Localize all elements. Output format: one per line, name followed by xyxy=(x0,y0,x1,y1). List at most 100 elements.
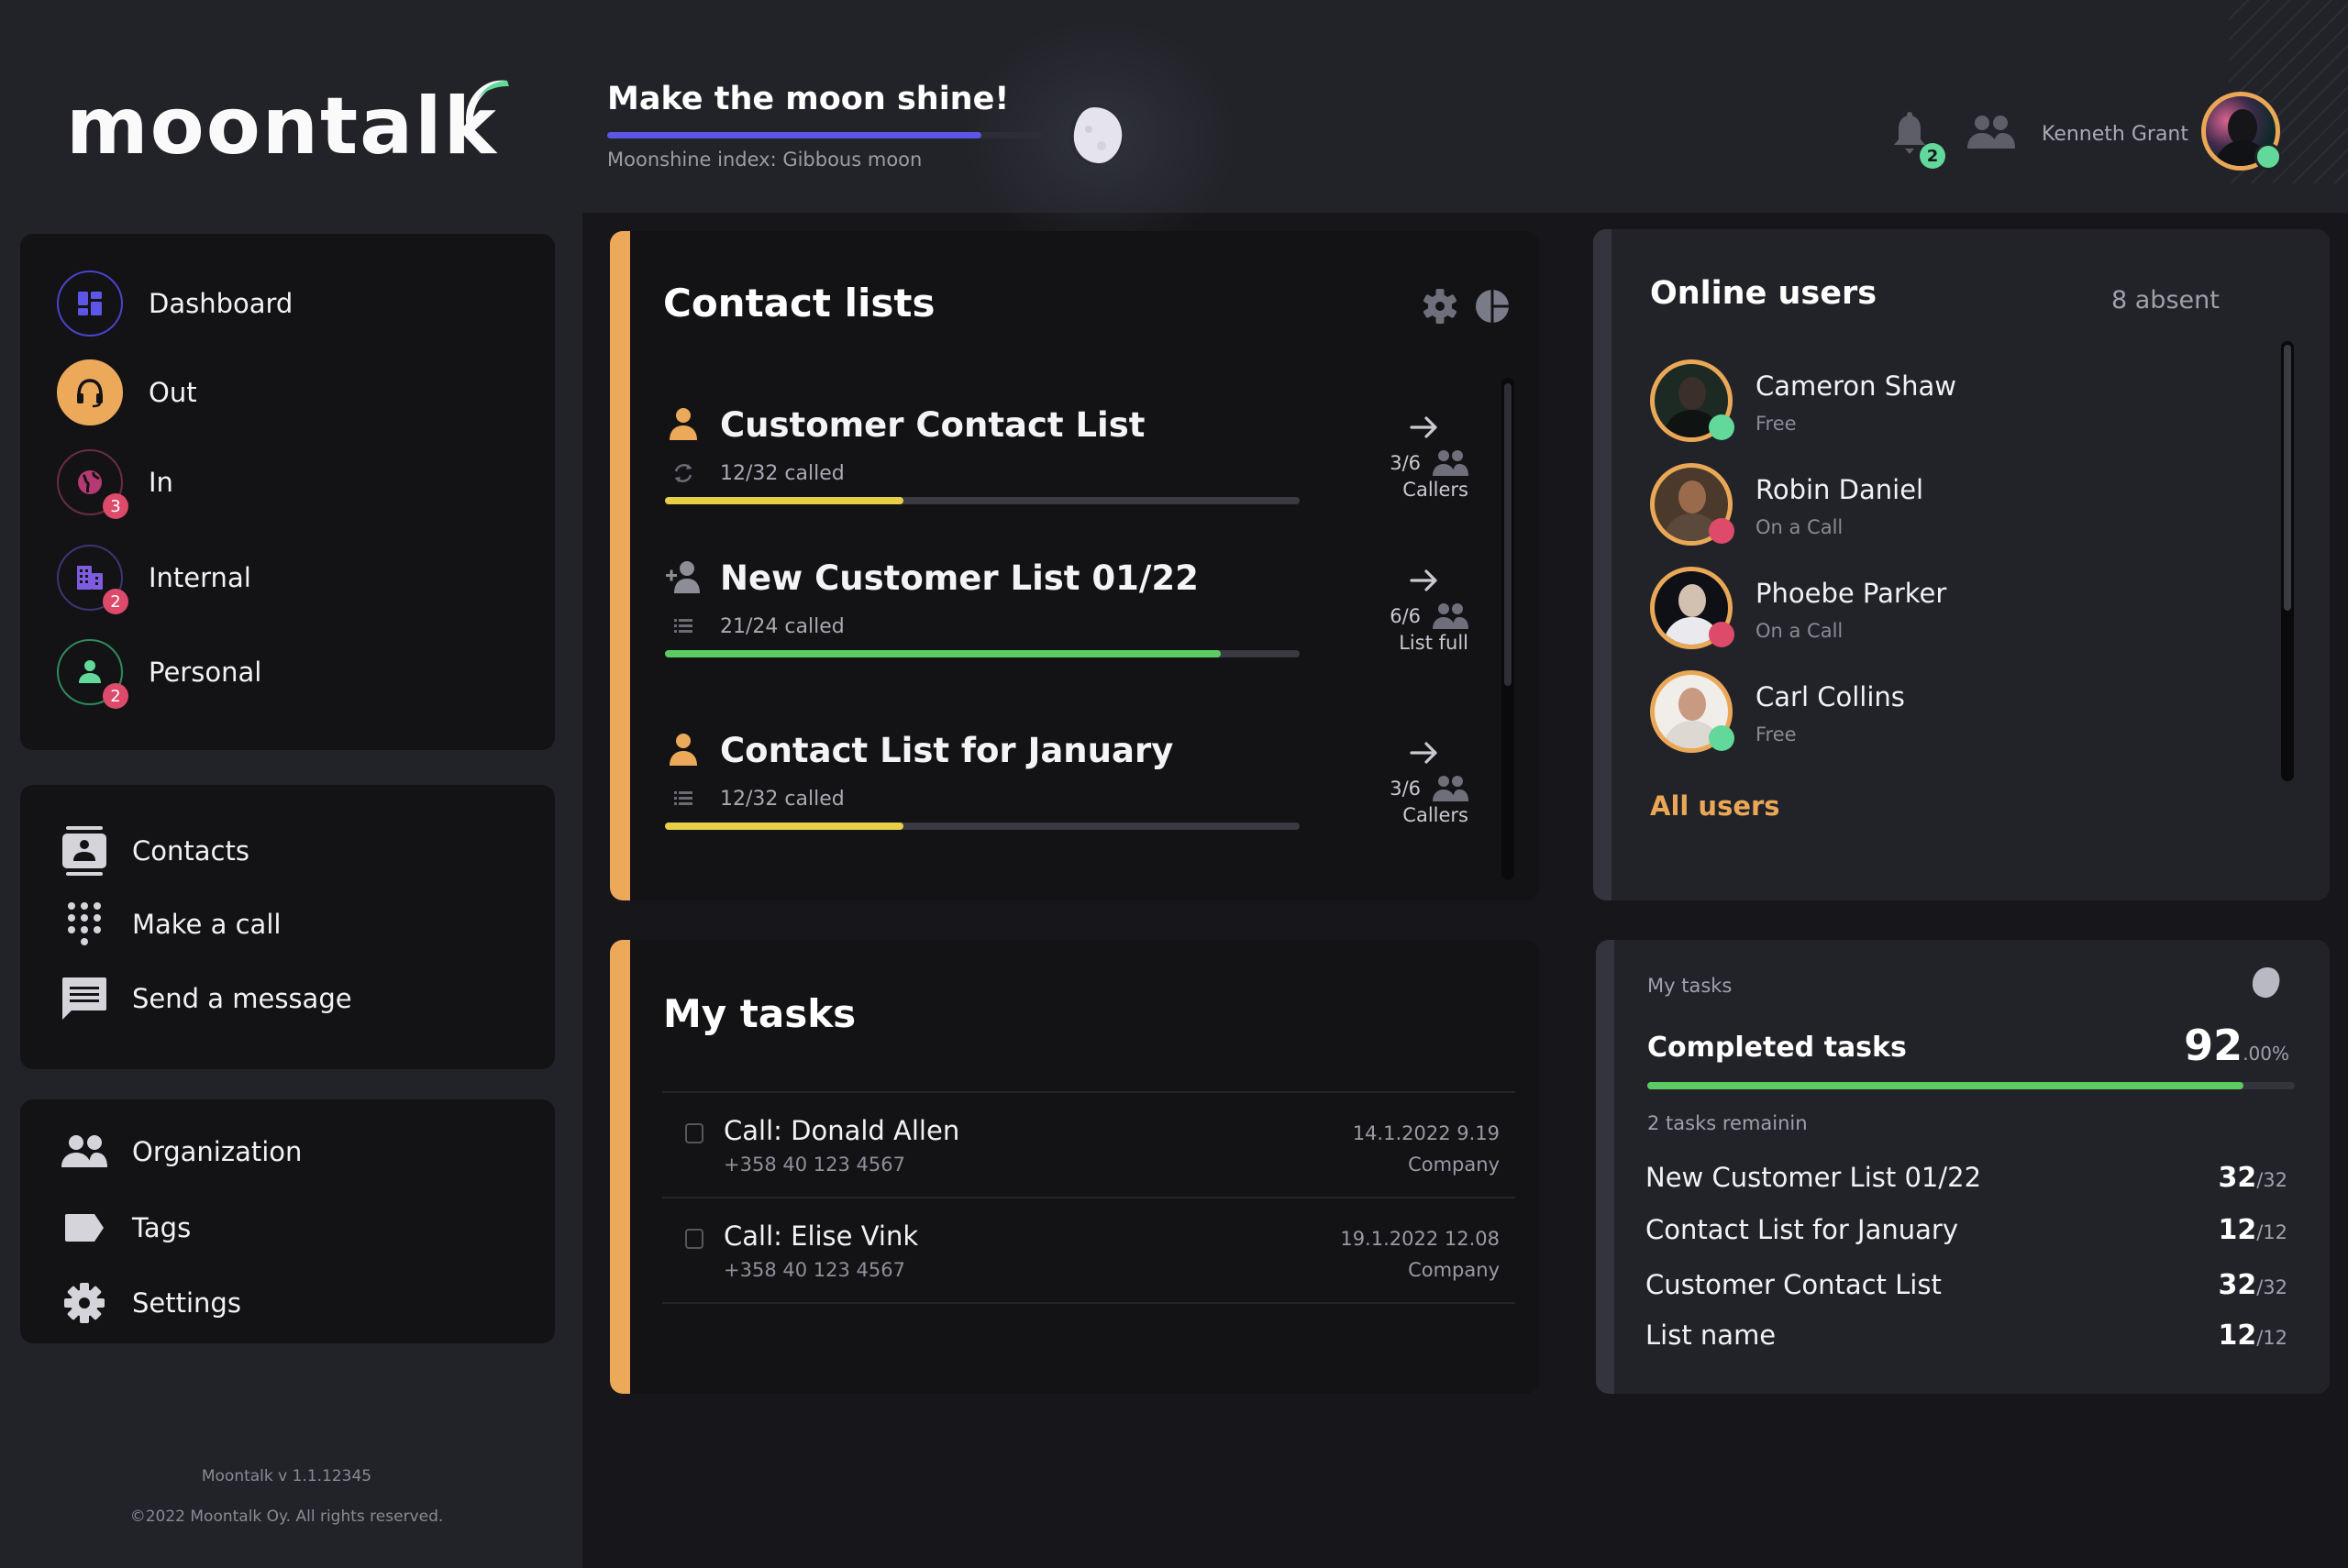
user-name: Cameron Shaw xyxy=(1755,370,1957,402)
scrollbar-thumb[interactable] xyxy=(1504,383,1512,686)
arrow-right-icon[interactable] xyxy=(1406,734,1443,771)
summary-list-count: 12/12 xyxy=(2218,1214,2287,1246)
summary-total: /32 xyxy=(2256,1169,2287,1191)
callers-info: 3/6 Callers xyxy=(1368,449,1468,501)
called-count: 12/32 called xyxy=(720,788,845,811)
task-phone: +358 40 123 4567 xyxy=(724,1259,905,1281)
task-name[interactable]: Call: Donald Allen xyxy=(724,1115,959,1146)
summary-total: /12 xyxy=(2256,1327,2287,1349)
absent-count[interactable]: 8 absent xyxy=(2111,286,2220,315)
task-name[interactable]: Call: Elise Vink xyxy=(724,1220,918,1252)
dashboard-icon-circle xyxy=(57,271,123,337)
sidebar-item-label: Make a call xyxy=(132,909,282,940)
all-users-link[interactable]: All users xyxy=(1650,790,1780,822)
scrollbar-thumb[interactable] xyxy=(2284,345,2291,611)
contact-list-name[interactable]: New Customer List 01/22 xyxy=(720,558,1199,598)
online-user-item[interactable]: Cameron Shaw Free xyxy=(1650,359,2200,451)
user-online-indicator xyxy=(2254,143,2282,171)
sidebar-item-in[interactable]: 3 In xyxy=(57,447,173,519)
completed-progress-fill xyxy=(1647,1082,2243,1089)
callers-caption: Callers xyxy=(1402,804,1468,826)
contact-list-item[interactable]: Contact List for January 12/32 called 3/… xyxy=(665,731,1472,868)
refresh-icon xyxy=(670,460,696,486)
summary-done: 32 xyxy=(2218,1162,2257,1194)
list-icon xyxy=(670,613,696,639)
task-checkbox[interactable] xyxy=(685,1123,703,1143)
gibbous-moon-icon xyxy=(1069,106,1124,165)
summary-done: 32 xyxy=(2218,1269,2257,1301)
sidebar-item-settings[interactable]: Settings xyxy=(55,1275,241,1331)
add-person-icon xyxy=(665,558,702,595)
online-users-title: Online users xyxy=(1650,275,1877,312)
moonshine-title: Make the moon shine! xyxy=(607,81,1010,117)
online-user-item[interactable]: Carl Collins Free xyxy=(1650,670,2200,762)
sidebar-item-internal[interactable]: 2 Internal xyxy=(57,543,251,614)
call-progress-fill xyxy=(665,823,903,830)
task-row[interactable]: Call: Donald Allen +358 40 123 4567 14.1… xyxy=(662,1093,1515,1198)
task-company: Company xyxy=(1408,1154,1500,1176)
task-checkbox[interactable] xyxy=(685,1229,703,1249)
online-user-item[interactable]: Phoebe Parker On a Call xyxy=(1650,567,2200,658)
callers-info: 3/6 Callers xyxy=(1368,775,1468,826)
gear-icon[interactable] xyxy=(1422,288,1458,325)
contact-list-item[interactable]: New Customer List 01/22 21/24 called 6/6… xyxy=(665,558,1472,696)
sidebar-item-make-call[interactable]: Make a call xyxy=(55,897,281,952)
sidebar-item-personal[interactable]: 2 Personal xyxy=(57,637,261,709)
sidebar-item-tags[interactable]: Tags xyxy=(55,1200,191,1255)
summary-list-row[interactable]: Customer Contact List 32/32 xyxy=(1645,1269,2287,1315)
task-date: 14.1.2022 9.19 xyxy=(1352,1122,1500,1144)
sidebar-item-label: Contacts xyxy=(132,835,249,867)
called-count: 12/32 called xyxy=(720,462,845,485)
task-summary-label: My tasks xyxy=(1647,975,1733,997)
people-icon xyxy=(1432,775,1468,802)
summary-list-row[interactable]: New Customer List 01/22 32/32 xyxy=(1645,1162,2287,1208)
contact-list-name[interactable]: Customer Contact List xyxy=(720,405,1145,445)
sidebar-item-dashboard[interactable]: Dashboard xyxy=(57,269,293,338)
sidebar-item-label: Settings xyxy=(132,1287,241,1319)
summary-total: /12 xyxy=(2256,1221,2287,1243)
divider xyxy=(662,1302,1515,1304)
app-logo[interactable]: moontalk xyxy=(66,81,498,172)
sidebar-item-out[interactable]: Out xyxy=(57,358,197,427)
moonshine-progress-bar xyxy=(607,132,1042,138)
summary-done: 12 xyxy=(2218,1214,2257,1246)
pie-chart-icon[interactable] xyxy=(1475,288,1510,325)
summary-list-row[interactable]: Contact List for January 12/12 xyxy=(1645,1214,2287,1260)
copyright: ©2022 Moontalk Oy. All rights reserved. xyxy=(129,1507,444,1526)
status-indicator xyxy=(1709,414,1734,440)
online-user-item[interactable]: Robin Daniel On a Call xyxy=(1650,463,2200,555)
sidebar-item-organization[interactable]: Organization xyxy=(55,1124,302,1179)
summary-list-row[interactable]: List name 12/12 xyxy=(1645,1320,2287,1365)
moon-icon xyxy=(2252,967,2280,999)
current-user-name[interactable]: Kenneth Grant xyxy=(2042,123,2188,146)
arrow-right-icon[interactable] xyxy=(1406,562,1443,599)
summary-list-name: Contact List for January xyxy=(1645,1214,1958,1245)
user-name: Carl Collins xyxy=(1755,681,1905,712)
sidebar-item-label: Organization xyxy=(132,1136,303,1167)
summary-list-name: List name xyxy=(1645,1320,1777,1351)
dashboard-grid-icon xyxy=(78,292,102,315)
summary-list-name: Customer Contact List xyxy=(1645,1269,1942,1300)
crescent-moon-logo-icon xyxy=(466,80,509,154)
sidebar-item-contacts[interactable]: Contacts xyxy=(55,823,249,878)
sidebar-item-label: In xyxy=(149,467,173,498)
contact-lists-title: Contact lists xyxy=(663,281,936,326)
contact-list-item[interactable]: Customer Contact List 12/32 called 3/6 C… xyxy=(665,405,1472,543)
person-icon xyxy=(79,660,101,683)
contact-list-name[interactable]: Contact List for January xyxy=(720,731,1173,770)
task-row[interactable]: Call: Elise Vink +358 40 123 4567 19.1.2… xyxy=(662,1198,1515,1304)
online-users-scrollbar[interactable] xyxy=(2281,341,2294,781)
summary-list-count: 32/32 xyxy=(2218,1162,2287,1194)
completed-tasks-label: Completed tasks xyxy=(1647,1032,1907,1064)
completed-percent-int: 92 xyxy=(2184,1021,2243,1070)
completed-percent: 92.00% xyxy=(2184,1021,2289,1070)
contact-lists-card: Contact lists Customer Contact List 12/3… xyxy=(610,231,1539,900)
user-status: On a Call xyxy=(1755,516,1844,538)
card-accent-bar xyxy=(610,231,630,900)
status-indicator xyxy=(1709,622,1734,647)
contact-lists-scrollbar[interactable] xyxy=(1501,378,1514,880)
sidebar-item-label: Dashboard xyxy=(149,288,294,319)
sidebar-item-send-message[interactable]: Send a message xyxy=(55,971,352,1026)
arrow-right-icon[interactable] xyxy=(1406,409,1443,446)
people-icon[interactable] xyxy=(1966,114,2017,150)
